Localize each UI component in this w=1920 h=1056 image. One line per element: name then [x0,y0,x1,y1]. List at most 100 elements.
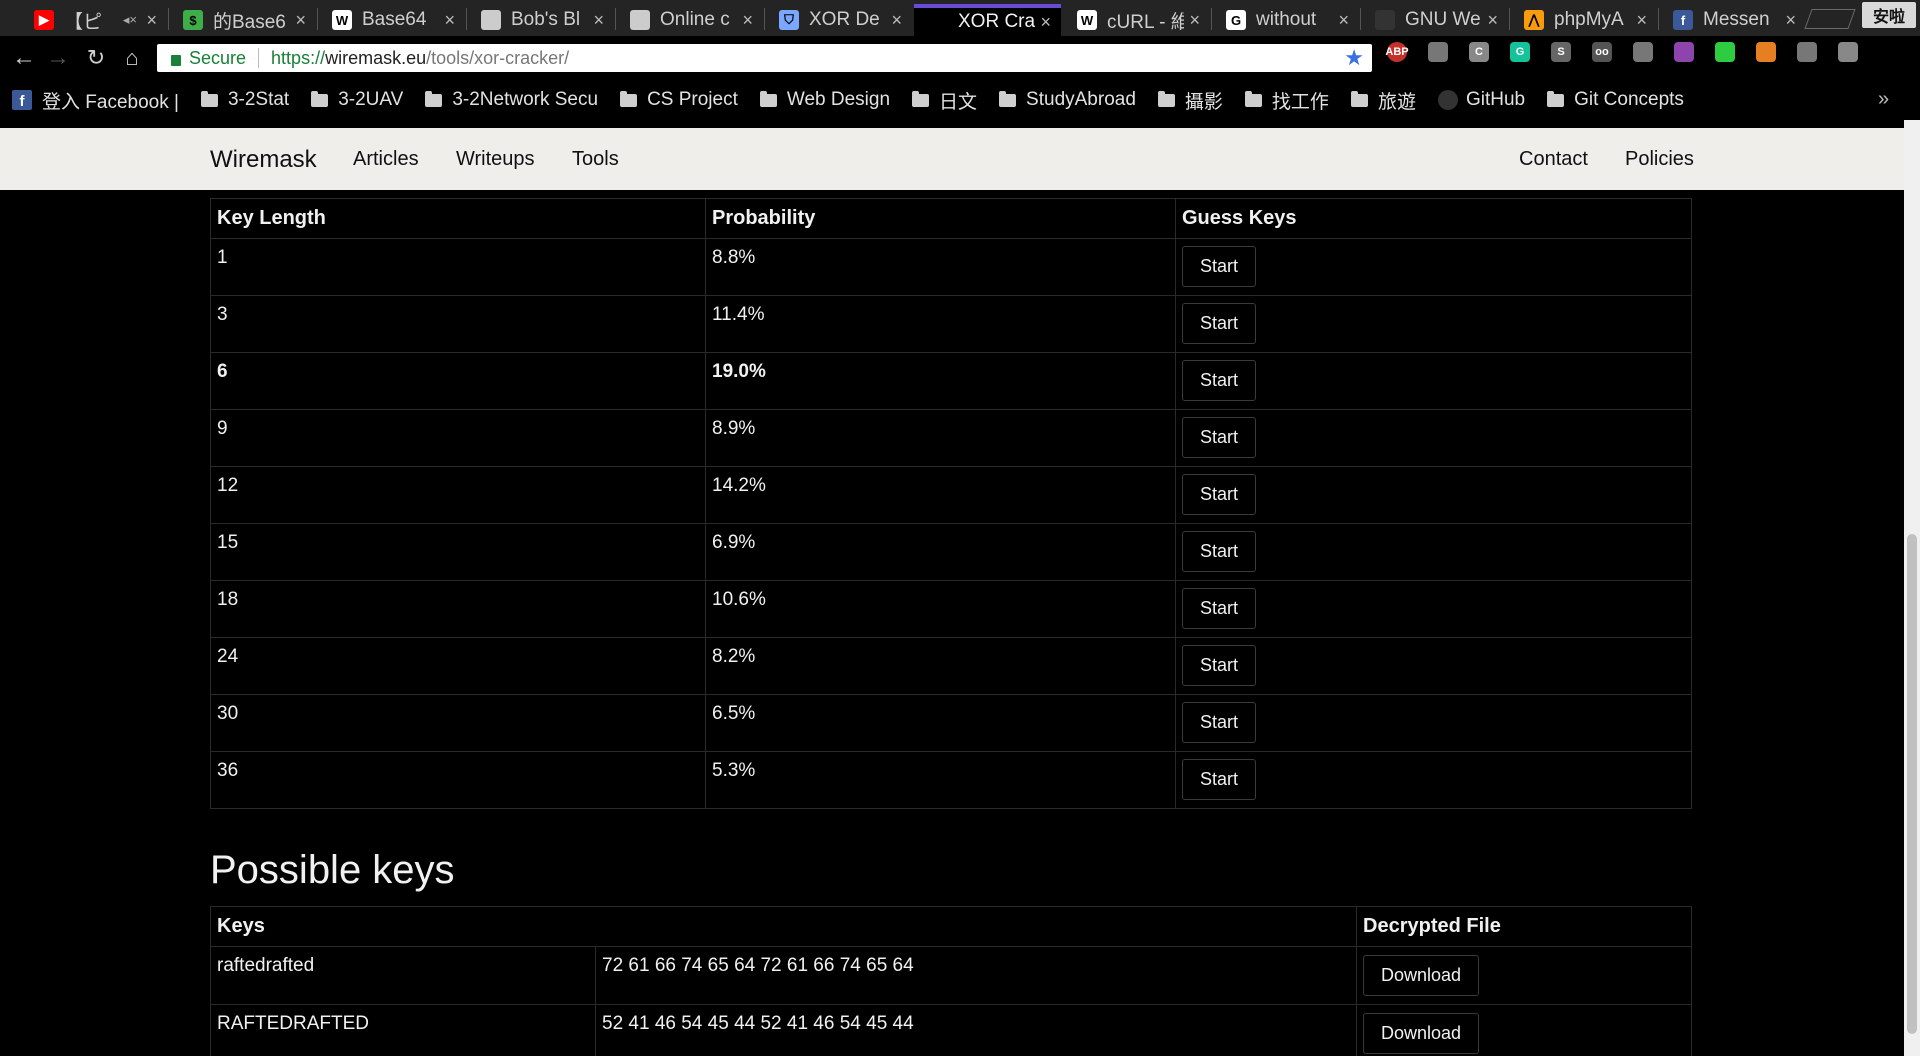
forward-icon[interactable]: → [44,44,72,72]
browser-tab[interactable]: Bob's Bl × [467,4,614,36]
nav-policies[interactable]: Policies [1625,148,1694,171]
share-icon[interactable] [1715,42,1735,62]
folder-icon [425,90,443,107]
reload-icon[interactable]: ↻ [82,44,110,72]
bookmark-item[interactable]: 3-2Stat [200,89,289,111]
tab-close-icon[interactable]: × [1035,12,1051,33]
bookmark-item[interactable]: 3-2UAV [311,89,403,111]
extension-icon[interactable] [1674,42,1694,62]
page-icon [481,10,501,30]
start-button[interactable]: Start [1182,417,1257,458]
browser-tab[interactable]: WcURL - 維 × [1063,4,1210,36]
bookmark-item[interactable]: 找工作 [1244,87,1329,114]
extension-icon[interactable] [1838,42,1858,62]
browser-tab[interactable]: Online c × [616,4,763,36]
extension-icon[interactable]: oo [1592,42,1612,62]
probability-cell: 11.4% [705,295,1176,353]
nav-writeups[interactable]: Writeups [456,148,535,171]
tab-close-icon[interactable]: × [439,10,455,31]
download-button[interactable]: Download [1363,955,1480,996]
folder-icon [759,90,777,107]
extension-icon[interactable] [1428,42,1448,62]
column-header-keys: Keys [210,906,1357,947]
browser-tab[interactable]: $ 的Base6 × [169,4,316,36]
new-tab-button[interactable] [1804,9,1856,29]
bookmark-label: 旅遊 [1377,91,1416,113]
bookmark-star-icon[interactable]: ★ [1344,45,1364,71]
address-bar[interactable]: Secure https:// wiremask.eu /tools/xor-c… [157,44,1372,72]
nav-contact[interactable]: Contact [1519,148,1588,171]
start-button[interactable]: Start [1182,303,1257,344]
nav-articles[interactable]: Articles [353,148,419,171]
tab-close-icon[interactable]: × [1333,10,1349,31]
back-icon[interactable]: ← [10,44,38,72]
key-length-cell: 3 [210,295,706,353]
start-button[interactable]: Start [1182,246,1257,287]
bookmark-item[interactable]: Git Concepts [1547,89,1684,111]
possible-keys-rows: raftedrafted 72 61 66 74 65 64 72 61 66 7… [210,946,1692,1056]
extension-icon[interactable]: C [1469,42,1489,62]
start-button[interactable]: Start [1182,702,1257,743]
bookmark-label: 3-2UAV [338,89,404,110]
tab-close-icon[interactable]: × [1482,10,1498,31]
bookmark-item[interactable]: StudyAbroad [999,89,1136,111]
table-row: 18 10.6% Start [210,580,1692,638]
bookmark-item[interactable]: 旅遊 [1350,87,1416,114]
bookmark-item[interactable]: CS Project [620,89,738,111]
tab-divider [615,8,616,30]
browser-tab[interactable]: ⛉ XOR De × [765,4,912,36]
bookmarks-overflow-icon[interactable]: » [1878,88,1894,111]
browser-tab[interactable]: ▶ 【ピ ◂× × [20,4,167,36]
page-scrollbar[interactable] [1904,120,1920,1056]
tab-close-icon[interactable]: × [290,10,306,31]
browser-tab[interactable]: XOR Cra × [914,4,1061,36]
adblock-icon[interactable]: ABP [1385,42,1409,62]
extension-icon[interactable] [1756,42,1776,62]
bookmark-item[interactable]: 攝影 [1157,87,1223,114]
table-row: 30 6.5% Start [210,694,1692,752]
start-button[interactable]: Start [1182,588,1257,629]
tab-title: cURL - 維 [1107,11,1184,33]
bookmark-item[interactable]: Web Design [759,89,890,111]
tab-close-icon[interactable]: × [886,10,902,31]
column-header-key-length: Key Length [210,198,706,239]
tab-audio-icon[interactable]: ◂× [123,12,137,28]
tab-close-icon[interactable]: × [737,10,753,31]
browser-tab[interactable]: W Base64 × [318,4,465,36]
download-button[interactable]: Download [1363,1013,1480,1054]
extension-icon[interactable]: S [1551,42,1571,62]
tab-close-icon[interactable]: × [588,10,604,31]
start-button[interactable]: Start [1182,474,1257,515]
tab-title: Base64 [362,9,427,30]
bookmark-item[interactable]: GitHub [1437,89,1525,111]
extension-icon[interactable] [1633,42,1653,62]
home-icon[interactable]: ⌂ [118,44,146,72]
scrollbar-thumb[interactable] [1907,534,1917,1034]
start-button[interactable]: Start [1182,645,1257,686]
tab-close-icon[interactable]: × [1631,10,1647,31]
site-brand[interactable]: Wiremask [210,146,317,174]
key-length-table: Key Length Probability Guess Keys 1 8.8% S… [210,198,1692,809]
bookmark-item[interactable]: f 登入 Facebook | [12,87,179,114]
browser-tab[interactable]: GNU We × [1361,4,1508,36]
profile-button[interactable]: 安啦 [1862,2,1916,28]
start-button[interactable]: Start [1182,360,1257,401]
browser-tab[interactable]: ⋀ phpMyA × [1510,4,1657,36]
folder-icon [1350,90,1368,107]
tab-close-icon[interactable]: × [1184,10,1200,31]
extension-icon[interactable] [1797,42,1817,62]
bookmark-item[interactable]: 日文 [912,87,977,114]
table-row: 36 5.3% Start [210,751,1692,809]
browser-tab[interactable]: Gwithout × [1212,4,1359,36]
tab-close-icon[interactable]: × [1780,10,1796,31]
url-scheme: https:// [271,47,326,68]
tab-close-icon[interactable]: × [141,10,157,31]
probability-cell: 19.0% [705,352,1176,410]
browser-tab[interactable]: f Messen × [1659,4,1806,36]
bookmark-item[interactable]: 3-2Network Secu [425,89,598,111]
wiremask-icon [928,12,948,32]
start-button[interactable]: Start [1182,531,1257,572]
nav-tools[interactable]: Tools [572,148,619,171]
start-button[interactable]: Start [1182,759,1257,800]
grammarly-icon[interactable]: G [1510,42,1530,62]
